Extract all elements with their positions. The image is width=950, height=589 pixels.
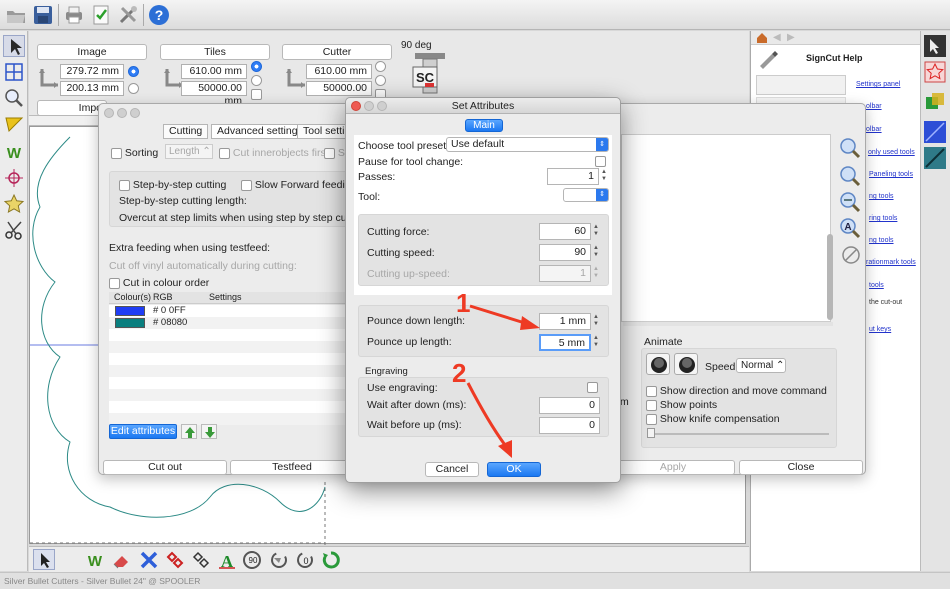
annotation-number-1: 1: [456, 288, 471, 318]
annotation-overlay: [466, 304, 540, 458]
annotation-number-2: 2: [452, 358, 467, 388]
